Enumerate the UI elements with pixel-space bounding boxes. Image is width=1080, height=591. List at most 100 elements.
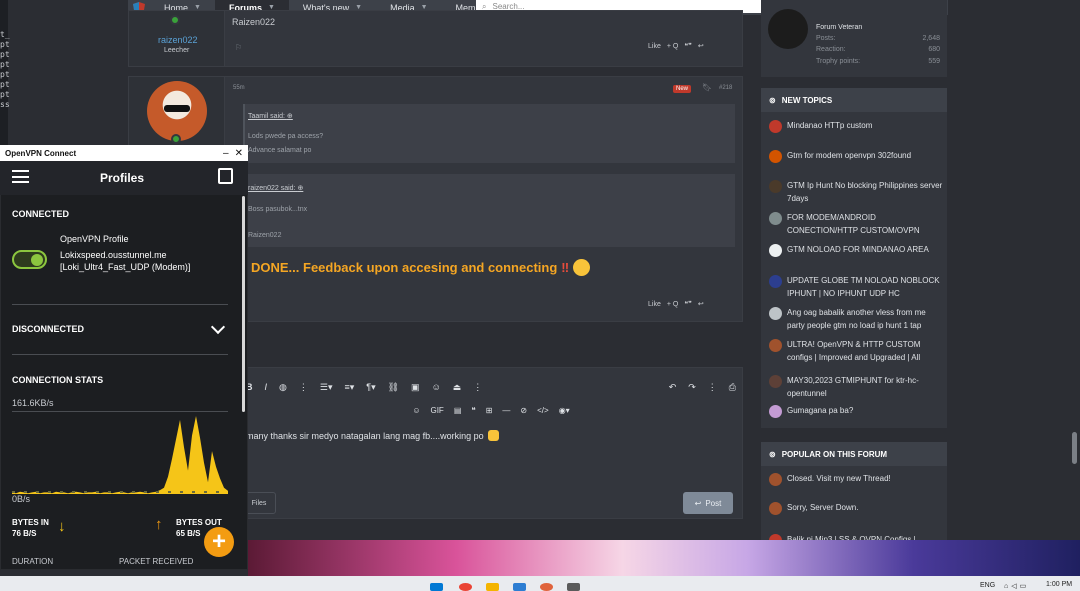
more-icon[interactable]: ⋮: [299, 382, 308, 393]
report-flag-icon[interactable]: ⚐: [235, 43, 242, 52]
palette-icon[interactable]: ◍: [279, 382, 287, 393]
emoji-icon[interactable]: ☺: [412, 406, 420, 415]
scrollbar-thumb[interactable]: [1072, 432, 1077, 464]
avatar[interactable]: [769, 150, 782, 163]
topic-title[interactable]: Ang oag babalik another vless from me pa…: [787, 306, 945, 332]
clock[interactable]: 1:00 PM: [1046, 581, 1072, 588]
topic-title[interactable]: Gumagana pa ba?: [787, 404, 853, 418]
import-profile-icon[interactable]: [218, 168, 233, 184]
minimize-icon[interactable]: –: [223, 148, 229, 159]
topic-title[interactable]: Closed. Visit my new Thread!: [787, 472, 891, 486]
quote-button[interactable]: + Q: [667, 43, 678, 50]
start-icon[interactable]: [430, 583, 443, 591]
like-button[interactable]: Like: [648, 43, 661, 50]
undo-icon[interactable]: ↶: [669, 382, 677, 393]
like-button[interactable]: Like: [648, 301, 661, 308]
link-icon[interactable]: ⛓: [388, 382, 399, 393]
eye-icon[interactable]: ◉▾: [559, 406, 570, 415]
tray-icons[interactable]: ⌂◁▭: [1004, 582, 1029, 590]
hamburger-menu-icon[interactable]: [12, 170, 29, 183]
code-icon[interactable]: </>: [537, 406, 549, 415]
app-icon[interactable]: [567, 583, 580, 591]
topic-item[interactable]: Ang oag babalik another vless from me pa…: [769, 306, 945, 332]
quote-button[interactable]: + Q: [667, 301, 678, 308]
topic-item[interactable]: ULTRA! OpenVPN & HTTP CUSTOM configs | I…: [769, 338, 945, 364]
horizontal-rule-icon[interactable]: —: [502, 406, 510, 415]
app-icon[interactable]: [540, 583, 553, 591]
block-title[interactable]: POPULAR ON THIS FORUM: [782, 450, 887, 459]
connection-toggle[interactable]: [12, 250, 47, 269]
topic-item[interactable]: Closed. Visit my new Thread!: [769, 472, 945, 486]
post-number[interactable]: #218: [719, 85, 732, 91]
more-icon[interactable]: ⋮: [708, 382, 717, 393]
hide-icon[interactable]: ⊘: [520, 406, 527, 415]
preview-icon[interactable]: ⎙: [729, 382, 736, 393]
avatar[interactable]: [769, 405, 782, 418]
quote-icon[interactable]: ❝: [471, 406, 475, 415]
align-icon[interactable]: ≡▾: [344, 382, 354, 393]
reply-icon[interactable]: ↩: [698, 300, 704, 308]
paragraph-icon[interactable]: ¶▾: [366, 382, 375, 393]
topic-title[interactable]: FOR MODEM/ANDROID CONECTION/HTTP CUSTOM/…: [787, 211, 945, 237]
list-icon[interactable]: ☰▾: [320, 382, 333, 393]
post-reply-button[interactable]: ↩ Post: [683, 492, 733, 514]
multiquote-icon[interactable]: ❝❞: [684, 42, 692, 50]
page-scrollbar[interactable]: [1070, 0, 1080, 545]
bookmark-icon[interactable]: 🔖︎: [702, 83, 712, 92]
topic-title[interactable]: ULTRA! OpenVPN & HTTP CUSTOM configs | I…: [787, 338, 945, 364]
topic-item[interactable]: MAY30,2023 GTMIPHUNT for ktr-hc-opentunn…: [769, 374, 945, 400]
vpn-scrollbar[interactable]: [242, 196, 245, 412]
avatar[interactable]: [769, 375, 782, 388]
media-icon[interactable]: ▤: [454, 406, 462, 415]
topic-title[interactable]: Gtm for modem openvpn 302found: [787, 149, 911, 163]
close-icon[interactable]: ✕: [235, 148, 243, 159]
file-explorer-icon[interactable]: [486, 583, 499, 591]
topic-item[interactable]: FOR MODEM/ANDROID CONECTION/HTTP CUSTOM/…: [769, 211, 945, 237]
redo-icon[interactable]: ↷: [688, 382, 696, 393]
post-timestamp[interactable]: 55m: [233, 85, 245, 91]
arrow-up-circle-icon[interactable]: ⊕: [287, 113, 293, 120]
avatar[interactable]: [147, 81, 207, 144]
multiquote-icon[interactable]: ❝❞: [684, 300, 692, 308]
smilie-icon[interactable]: ☺: [432, 382, 441, 392]
insert-icon[interactable]: ⏏: [453, 382, 462, 393]
topic-title[interactable]: Sorry, Server Down.: [787, 501, 858, 515]
gif-icon[interactable]: GIF: [430, 406, 443, 415]
topic-item[interactable]: GTM Ip Hunt No blocking Philippines serv…: [769, 179, 945, 205]
calculator-icon[interactable]: [513, 583, 526, 591]
avatar[interactable]: [769, 473, 782, 486]
image-icon[interactable]: ▣: [411, 382, 420, 393]
topic-title[interactable]: MAY30,2023 GTMIPHUNT for ktr-hc-opentunn…: [787, 374, 945, 400]
disconnected-section-title[interactable]: DISCONNECTED: [12, 324, 84, 334]
add-profile-button[interactable]: +: [204, 527, 234, 557]
topic-item[interactable]: Sorry, Server Down.: [769, 501, 945, 515]
arrow-up-circle-icon[interactable]: ⊕: [297, 185, 303, 192]
italic-icon[interactable]: I: [265, 382, 268, 392]
avatar[interactable]: [768, 9, 808, 49]
editor-content[interactable]: many thanks sir medyo natagalan lang mag…: [246, 430, 499, 441]
quote-author[interactable]: Taamil said: ⊕: [248, 112, 293, 120]
language-indicator[interactable]: ENG: [980, 582, 995, 589]
topic-item[interactable]: Mindanao HTTp custom: [769, 119, 945, 133]
topic-title[interactable]: GTM NOLOAD FOR MINDANAO AREA: [787, 243, 929, 257]
avatar[interactable]: [769, 212, 782, 225]
topic-item[interactable]: UPDATE GLOBE TM NOLOAD NOBLOCK IPHUNT | …: [769, 274, 945, 300]
block-title[interactable]: NEW TOPICS: [782, 96, 833, 105]
topic-item[interactable]: Gtm for modem openvpn 302found: [769, 149, 945, 163]
topic-title[interactable]: UPDATE GLOBE TM NOLOAD NOBLOCK IPHUNT | …: [787, 274, 945, 300]
avatar[interactable]: [769, 244, 782, 257]
topic-title[interactable]: Mindanao HTTp custom: [787, 119, 872, 133]
avatar[interactable]: [769, 180, 782, 193]
more-icon[interactable]: ⋮: [473, 382, 482, 393]
table-icon[interactable]: ⊞: [486, 406, 493, 415]
avatar[interactable]: [769, 339, 782, 352]
topic-item[interactable]: GTM NOLOAD FOR MINDANAO AREA: [769, 243, 945, 257]
topic-title[interactable]: GTM Ip Hunt No blocking Philippines serv…: [787, 179, 945, 205]
avatar[interactable]: [769, 502, 782, 515]
topic-item[interactable]: Gumagana pa ba?: [769, 404, 945, 418]
avatar[interactable]: [769, 275, 782, 288]
reply-icon[interactable]: ↩: [698, 42, 704, 50]
avatar[interactable]: [769, 120, 782, 133]
avatar[interactable]: [769, 307, 782, 320]
chrome-icon[interactable]: [459, 583, 472, 591]
